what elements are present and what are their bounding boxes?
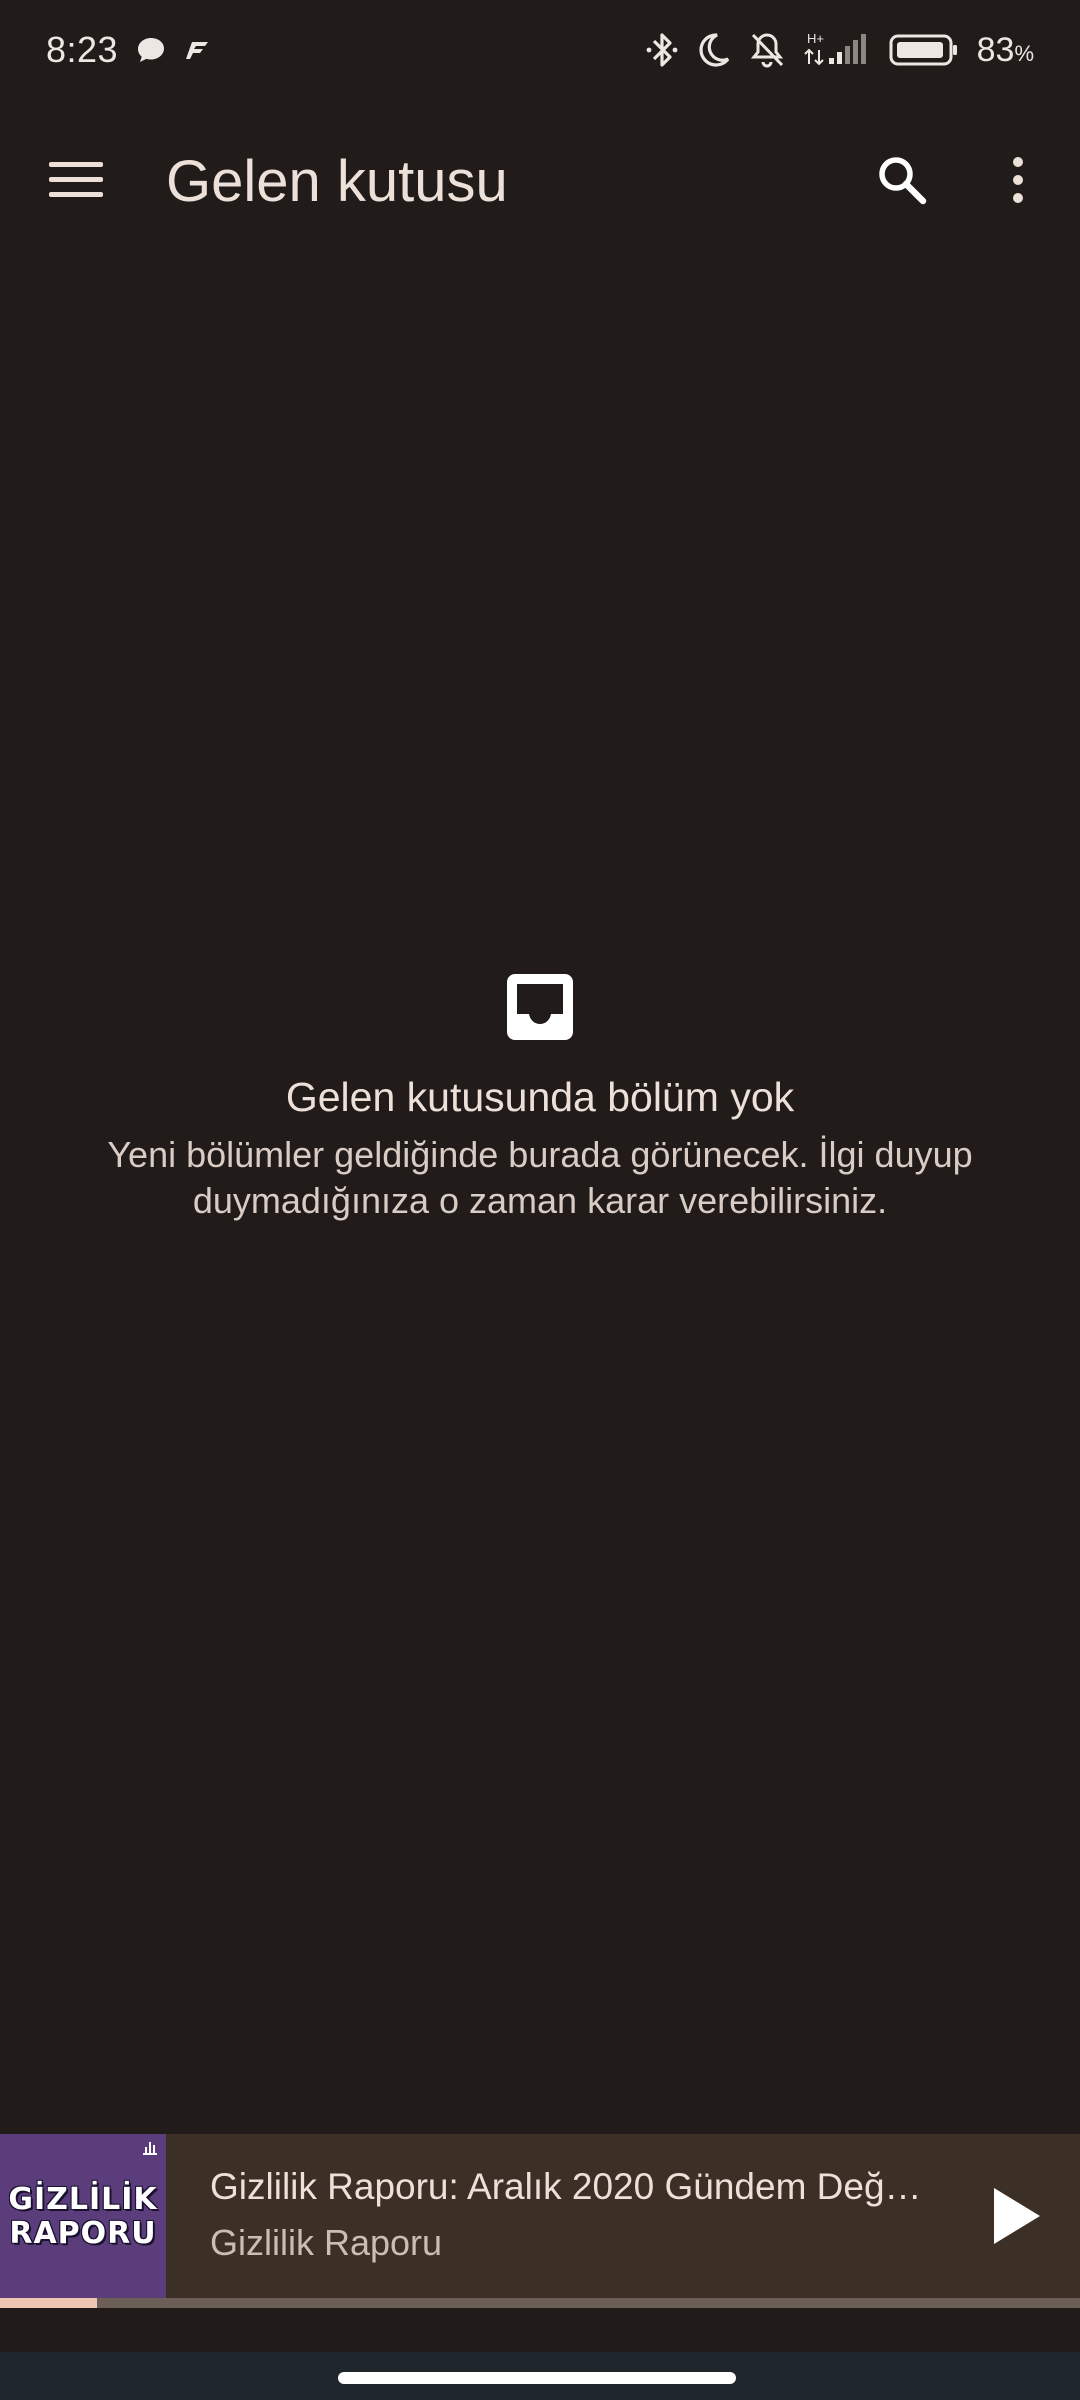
status-bar-left: 8:23 xyxy=(46,29,212,71)
status-bar: 8:23 H+ 83% xyxy=(0,0,1080,100)
do-not-disturb-moon-icon xyxy=(697,32,731,68)
podcast-name[interactable]: Gizlilik Raporu xyxy=(210,2222,442,2264)
battery-percentage: 83% xyxy=(976,30,1034,69)
search-button[interactable] xyxy=(862,142,942,222)
playback-progress-fill xyxy=(0,2298,98,2308)
signal-icon: H+ xyxy=(803,30,871,70)
status-time: 8:23 xyxy=(46,29,119,70)
app-notification-icon xyxy=(184,38,212,62)
top-app-bar: Gelen kutusu xyxy=(0,120,1080,244)
more-vert-icon xyxy=(1011,156,1025,209)
podcast-artwork[interactable]: GİZLİLİK RAPORU xyxy=(0,2134,166,2300)
navigation-menu-button[interactable] xyxy=(36,142,116,222)
episode-title[interactable]: Gizlilik Raporu: Aralık 2020 Gündem Değe… xyxy=(210,2166,940,2208)
bluetooth-icon xyxy=(645,31,679,69)
mini-player[interactable]: GİZLİLİK RAPORU Gizlilik Raporu: Aralık … xyxy=(0,2134,1080,2302)
playback-progress-bar[interactable] xyxy=(0,2298,1080,2308)
bell-muted-icon xyxy=(749,31,785,69)
more-options-button[interactable] xyxy=(978,142,1058,222)
search-icon xyxy=(876,154,928,211)
status-bar-right: H+ 83% xyxy=(645,30,1034,70)
screen: 8:23 H+ 83% Gelen kutusu Gelen kutusunda… xyxy=(0,0,1080,2400)
battery-icon xyxy=(889,33,959,67)
artwork-text-line-1: GİZLİLİK xyxy=(8,2182,158,2217)
network-label: H+ xyxy=(807,31,824,46)
page-title: Gelen kutusu xyxy=(166,149,508,214)
play-button[interactable] xyxy=(968,2170,1064,2266)
empty-state: Gelen kutusunda bölüm yok Yeni bölümler … xyxy=(60,972,1020,1224)
empty-state-title: Gelen kutusunda bölüm yok xyxy=(285,1074,795,1120)
system-navigation-bar xyxy=(0,2352,1080,2400)
empty-state-message: Yeni bölümler geldiğinde burada görünece… xyxy=(107,1134,973,1221)
chat-bubble-icon xyxy=(136,36,166,64)
play-icon xyxy=(990,2186,1042,2251)
home-gesture-handle[interactable] xyxy=(338,2372,736,2384)
podcast-logo-mark-icon xyxy=(140,2138,160,2158)
inbox-icon xyxy=(505,972,575,1042)
artwork-text-line-2: RAPORU xyxy=(9,2216,157,2251)
menu-icon xyxy=(49,160,103,205)
